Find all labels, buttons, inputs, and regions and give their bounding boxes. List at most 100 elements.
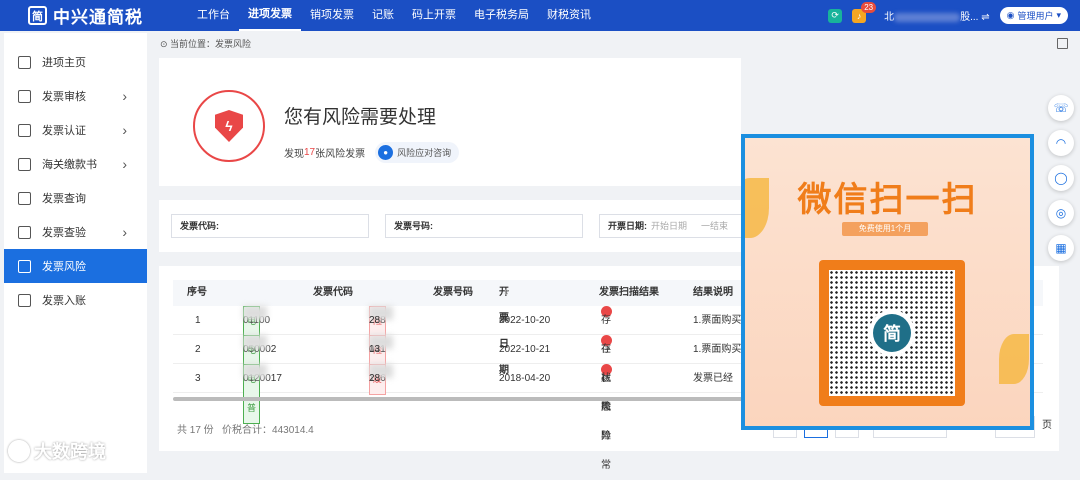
top-nav: 工作台 进项发票 销项发票 记账 码上开票 电子税务局 财税资讯: [188, 0, 600, 31]
col-index: 序号: [187, 287, 207, 298]
chat-bubble-icon[interactable]: ◯: [1048, 165, 1074, 191]
breadcrumb-text: 当前位置：发票风险: [170, 39, 252, 49]
watermark-text: 大数跨境: [34, 442, 106, 462]
risk-consult-button[interactable]: ● 风险应对咨询: [375, 142, 460, 163]
breadcrumb: ⊙ 当前位置：发票风险: [160, 37, 251, 50]
invoice-code-field[interactable]: 发票代码:: [171, 214, 369, 238]
pager-page-unit: 页: [1039, 416, 1055, 438]
col-invoice-number: 发票号码: [433, 287, 473, 298]
chevron-down-icon: ▾: [1056, 10, 1061, 20]
wechat-icon[interactable]: ◎: [1048, 200, 1074, 226]
qr-code[interactable]: 简: [829, 270, 955, 396]
chat-icon: ●: [378, 145, 394, 160]
sidebar-item-label: 发票查询: [42, 193, 86, 205]
invoice-number-label: 发票号码:: [394, 221, 433, 231]
risk-sub-prefix: 发现: [284, 149, 304, 160]
watermark-logo-icon: [8, 440, 30, 462]
invoice-number-end: 28: [369, 315, 381, 326]
invoice-number-field[interactable]: 发票号码:: [385, 214, 583, 238]
app-logo[interactable]: 简 中兴通简税: [28, 3, 188, 28]
qr-center-logo: 简: [869, 310, 915, 356]
risk-sub-suffix: 张风险发票: [315, 149, 366, 160]
nav-bookkeeping[interactable]: 记账: [363, 0, 403, 31]
notification-badge: 23: [861, 1, 877, 13]
company-name-prefix: 北: [884, 12, 895, 23]
sidebar-item-label: 发票查验: [42, 227, 86, 239]
sidebar: 进项主页 发票审核 › 发票认证 › 海关缴款书 › 发票查询 发票查验 › 发票风险 …: [4, 33, 147, 473]
risk-subtitle: 发现 17 张风险发票 ● 风险应对咨询: [284, 142, 460, 163]
watermark: 大数跨境: [8, 438, 106, 464]
risk-shield-badge: ϟ: [193, 90, 265, 162]
refresh-icon[interactable]: ⟳: [828, 8, 843, 23]
invoice-date: 2022-10-21: [499, 344, 551, 355]
sidebar-item-invoice-review[interactable]: 发票审核 ›: [4, 79, 147, 113]
sidebar-item-label: 发票入账: [42, 295, 86, 307]
check-doc-icon: [18, 123, 31, 137]
sort-icon[interactable]: ⇕: [503, 280, 510, 306]
ledger-icon: [18, 293, 31, 307]
floating-toolbar: ☏ ◠ ◯ ◎ ▦: [1048, 95, 1074, 261]
app-logo-icon: 简: [873, 314, 911, 352]
col-scan-result: 发票扫描结果: [599, 287, 659, 298]
sidebar-item-label: 发票认证: [42, 125, 86, 137]
sidebar-item-customs-payment[interactable]: 海关缴款书 ›: [4, 147, 147, 181]
sidebar-item-label: 海关缴款书: [42, 159, 97, 171]
user-label: 管理用户: [1017, 11, 1054, 21]
invoice-number-end: 28: [369, 373, 381, 384]
app-name: 中兴通简税: [53, 8, 143, 27]
risk-title: 您有风险需要处理: [284, 107, 437, 128]
sidebar-item-invoice-certify[interactable]: 发票认证 ›: [4, 113, 147, 147]
invoice-date: 2018-04-20: [499, 373, 551, 384]
redacted-block: [243, 364, 267, 378]
col-result-note: 结果说明: [693, 287, 733, 298]
sidebar-item-invoice-query[interactable]: 发票查询: [4, 181, 147, 215]
table-footer-summary: 共 17 份 价税合计：443014.4: [177, 421, 314, 436]
invoice-date-label: 开票日期:: [608, 221, 647, 231]
nav-tax-news[interactable]: 财税资讯: [538, 0, 600, 31]
edit-icon: [18, 89, 31, 103]
grid-icon: [18, 191, 31, 205]
row-index: 1: [195, 315, 201, 326]
risk-summary-card: ϟ 您有风险需要处理 发现 17 张风险发票 ● 风险应对咨询: [159, 58, 741, 186]
nav-e-tax-bureau[interactable]: 电子税务局: [465, 0, 538, 31]
filter-bar: 发票代码: 发票号码: 开票日期: 开始日期 一结束: [159, 200, 741, 252]
phone-icon[interactable]: ☏: [1048, 95, 1074, 121]
qrcode-icon[interactable]: ▦: [1048, 235, 1074, 261]
invoice-code-label: 发票代码:: [180, 221, 219, 231]
qr-subtitle: 免费使用1个月: [842, 222, 928, 236]
sidebar-item-invoice-verify[interactable]: 发票查验 ›: [4, 215, 147, 249]
row-index: 2: [195, 344, 201, 355]
consult-label: 风险应对咨询: [397, 148, 452, 158]
chevron-right-icon: ›: [122, 122, 127, 138]
scan-result-text: 状态异常: [601, 373, 611, 471]
total-count: 共 17 份: [177, 425, 214, 436]
sidebar-item-invoice-posting[interactable]: 发票入账: [4, 283, 147, 317]
qr-code-frame: 简: [819, 260, 965, 406]
horizontal-scrollbar[interactable]: [173, 397, 743, 401]
nav-output-invoice[interactable]: 销项发票: [301, 0, 363, 31]
headset-icon[interactable]: ◠: [1048, 130, 1074, 156]
user-menu[interactable]: ◉ 管理用户 ▾: [999, 7, 1068, 24]
date-start-placeholder: 开始日期: [651, 221, 688, 231]
nav-workbench[interactable]: 工作台: [188, 0, 239, 31]
sidebar-item-invoice-risk[interactable]: 发票风险: [4, 249, 147, 283]
sidebar-item-input-home[interactable]: 进项主页: [4, 45, 147, 79]
invoice-number-end: 13: [369, 344, 381, 355]
chevron-right-icon: ›: [122, 88, 127, 104]
nav-input-invoice[interactable]: 进项发票: [239, 0, 301, 31]
sidebar-item-label: 发票风险: [42, 261, 86, 273]
risk-count: 17: [304, 147, 316, 158]
company-name-blurred: [894, 12, 961, 22]
fullscreen-icon[interactable]: [1057, 38, 1068, 49]
logo-icon: 简: [28, 6, 47, 25]
result-note: 1.票面购买: [693, 315, 742, 326]
invoice-date-range[interactable]: 开票日期: 开始日期 一结束: [599, 214, 741, 238]
user-avatar-icon: ◉: [1006, 10, 1015, 20]
nav-code-invoicing[interactable]: 码上开票: [403, 0, 465, 31]
company-switcher[interactable]: 北 股... ⇌: [884, 8, 990, 23]
risk-icon: [18, 259, 31, 273]
invoice-date: 2022-10-20: [499, 315, 551, 326]
bell-icon[interactable]: ♪ 23: [852, 1, 877, 23]
shield-lightning-icon: ϟ: [215, 110, 243, 142]
total-amount: 价税合计：443014.4: [222, 425, 314, 436]
